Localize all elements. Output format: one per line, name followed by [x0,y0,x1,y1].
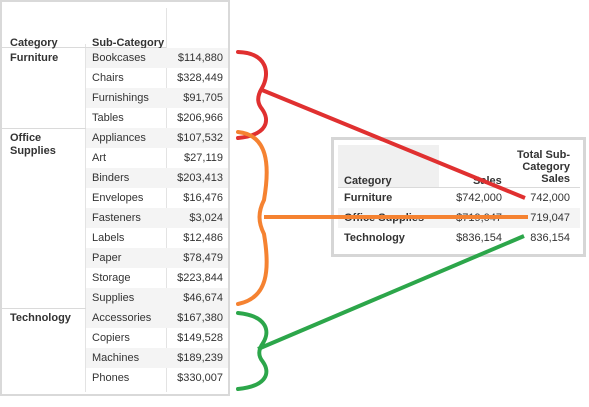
furniture-brace [236,50,268,140]
office-supplies-brace [236,130,269,306]
technology-connector [257,234,525,351]
technology-brace [236,311,269,391]
annotation-overlay [236,50,528,391]
furniture-connector [261,88,526,200]
